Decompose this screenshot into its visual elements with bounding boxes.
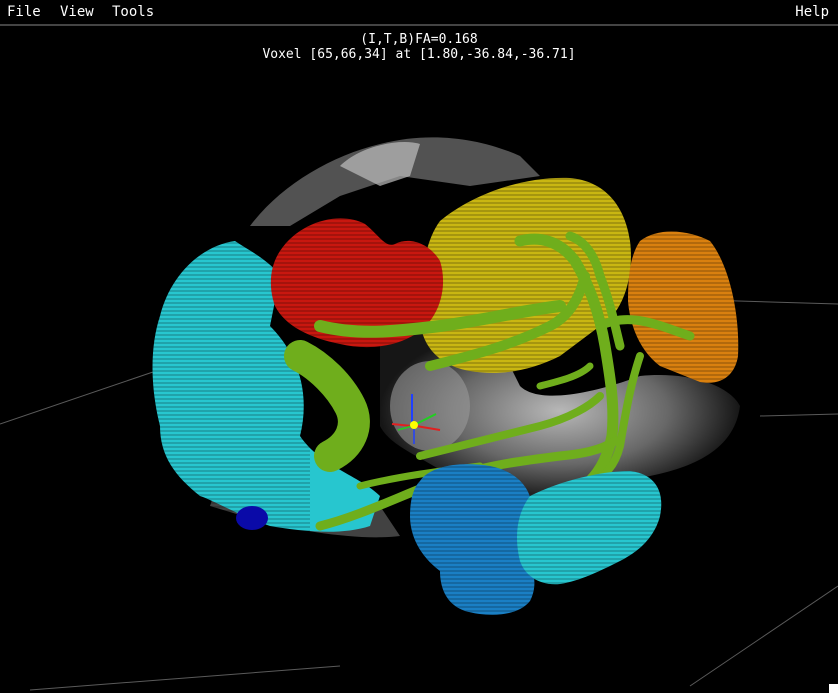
voxel-readout: Voxel [65,66,34] at [1.80,-36.84,-36.71] [262, 47, 576, 62]
menu-tools[interactable]: Tools [112, 0, 154, 24]
resize-corner[interactable] [829, 684, 838, 693]
menu-file[interactable]: File [7, 0, 41, 24]
menu-bar: File View Tools Help [0, 0, 838, 24]
menu-help[interactable]: Help [795, 0, 829, 24]
3d-viewport[interactable]: (I,T,B)FA=0.168 Voxel [65,66,34] at [1.8… [0, 26, 838, 693]
blue-region [410, 464, 535, 615]
brain-render[interactable] [0, 26, 838, 693]
dark-blue-region [236, 506, 268, 530]
fa-readout: (I,T,B)FA=0.168 [360, 32, 478, 47]
menu-view[interactable]: View [60, 0, 94, 24]
orange-region [628, 231, 739, 383]
